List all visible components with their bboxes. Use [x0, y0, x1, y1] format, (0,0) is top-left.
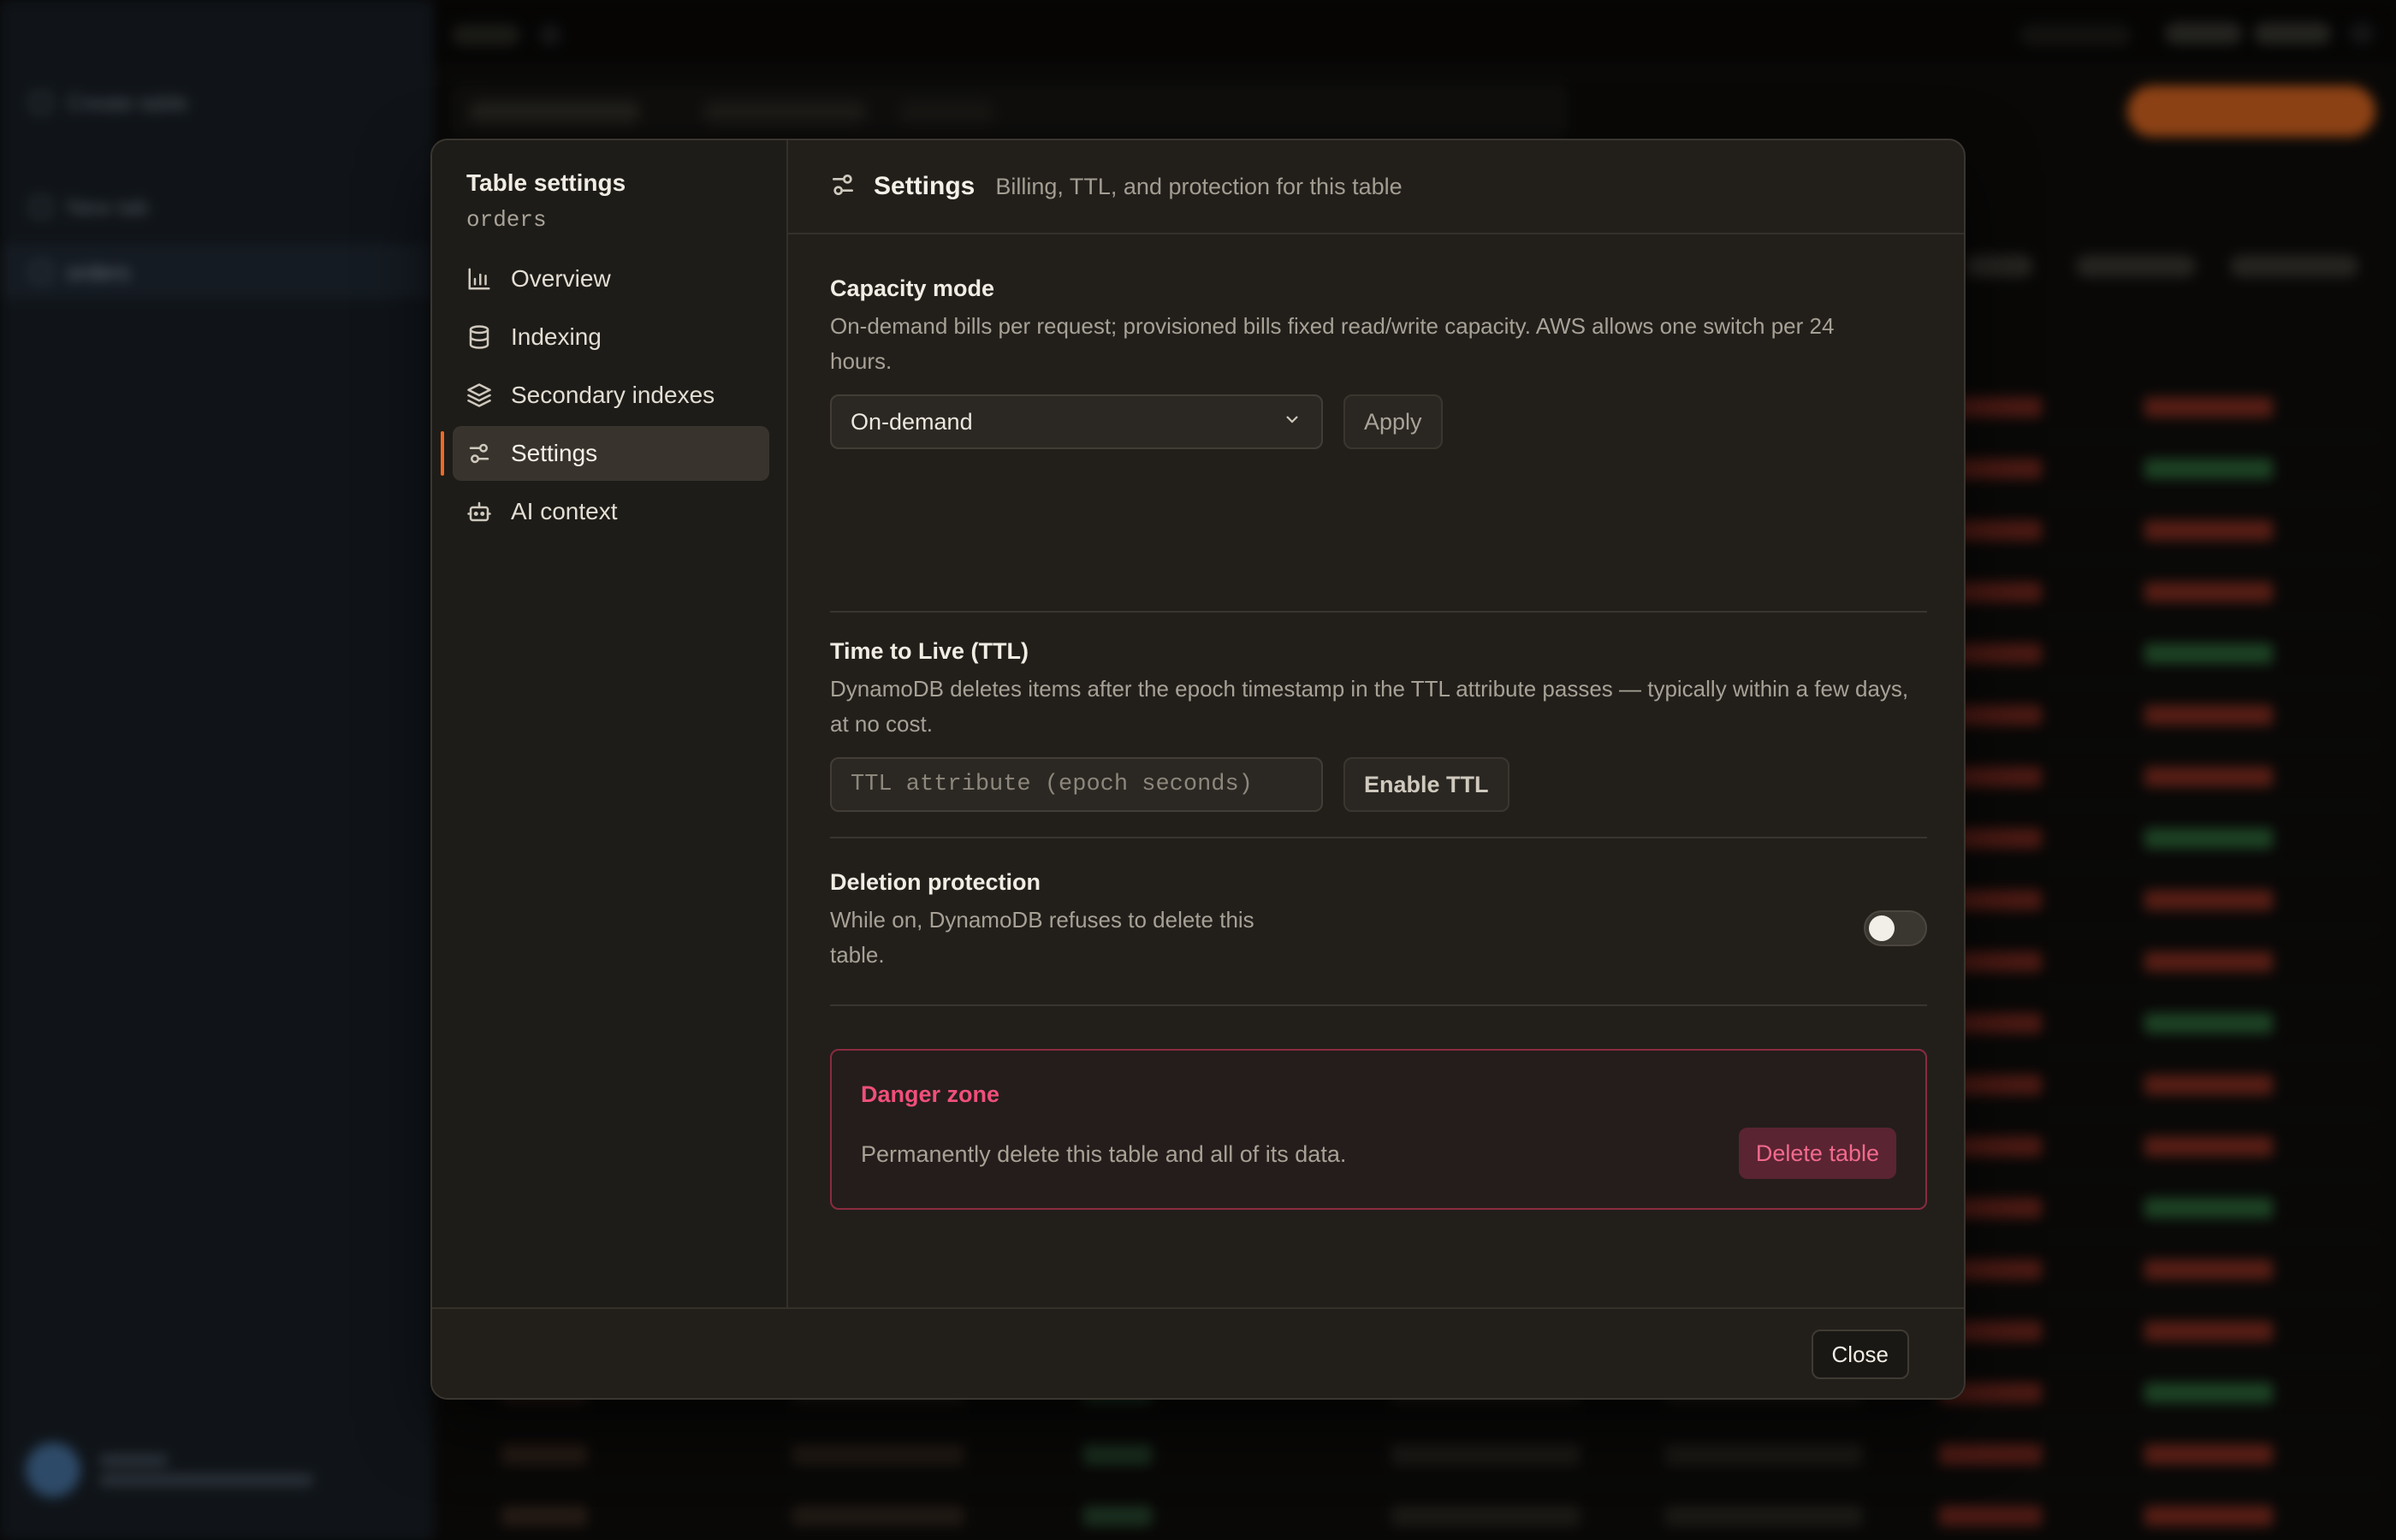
delete-table-button[interactable]: Delete table	[1738, 1128, 1896, 1179]
nav-label: Overview	[511, 265, 611, 292]
settings-nav: Overview Indexing Secondary indexes Sett…	[441, 252, 769, 542]
capacity-mode-select[interactable]: On-demand	[830, 394, 1323, 449]
ttl-title: Time to Live (TTL)	[830, 638, 1029, 664]
deletion-protection-toggle[interactable]	[1864, 910, 1927, 946]
apply-button[interactable]: Apply	[1343, 394, 1443, 449]
nav-label: AI context	[511, 498, 618, 524]
divider	[830, 611, 1927, 613]
robot-icon	[466, 499, 492, 524]
toggle-knob	[1869, 915, 1895, 941]
ttl-description: DynamoDB deletes items after the epoch t…	[830, 676, 1909, 737]
capacity-title: Capacity mode	[830, 275, 995, 301]
nav-item-indexing[interactable]: Indexing	[453, 310, 769, 364]
ttl-attribute-input[interactable]	[830, 757, 1323, 812]
nav-label: Secondary indexes	[511, 382, 715, 408]
nav-item-secondary-indexes[interactable]: Secondary indexes	[453, 368, 769, 423]
protection-section: Deletion protection While on, DynamoDB r…	[830, 869, 1927, 998]
danger-zone: Danger zone Permanently delete this tabl…	[830, 1049, 1927, 1210]
sliders-icon	[829, 171, 857, 203]
protection-description: While on, DynamoDB refuses to delete thi…	[830, 907, 1254, 968]
danger-title: Danger zone	[861, 1081, 1000, 1107]
nav-label: Settings	[511, 440, 598, 466]
nav-item-overview[interactable]: Overview	[453, 252, 769, 306]
sidebar-title: Table settings	[466, 169, 626, 196]
nav-item-settings[interactable]: Settings	[441, 426, 769, 481]
protection-title: Deletion protection	[830, 869, 1041, 895]
layers-icon	[466, 382, 492, 408]
divider	[830, 837, 1927, 838]
danger-description: Permanently delete this table and all of…	[861, 1141, 1347, 1167]
settings-sidebar: Table settings orders Overview Indexing …	[432, 140, 788, 1311]
page-subtitle: Billing, TTL, and protection for this ta…	[995, 173, 1403, 199]
table-settings-modal: Table settings orders Overview Indexing …	[430, 139, 1966, 1400]
ttl-section: Time to Live (TTL) DynamoDB deletes item…	[830, 638, 1927, 812]
sidebar-table-name: orders	[466, 207, 547, 233]
page-title: Settings	[874, 172, 976, 200]
capacity-mode-value: On-demand	[851, 408, 973, 435]
modal-footer: Close	[432, 1307, 1964, 1398]
capacity-description: On-demand bills per request; provisioned…	[830, 313, 1835, 374]
chevron-down-icon	[1282, 409, 1302, 435]
close-button[interactable]: Close	[1811, 1330, 1909, 1379]
enable-ttl-button[interactable]: Enable TTL	[1343, 757, 1509, 812]
database-icon	[466, 324, 492, 350]
sliders-icon	[466, 441, 492, 466]
nav-item-ai-context[interactable]: AI context	[453, 484, 769, 539]
divider	[830, 1004, 1927, 1006]
settings-header: Settings Billing, TTL, and protection fo…	[788, 140, 1964, 234]
nav-label: Indexing	[511, 323, 602, 350]
capacity-section: Capacity mode On-demand bills per reques…	[830, 275, 1927, 449]
bar-chart-icon	[466, 266, 492, 292]
